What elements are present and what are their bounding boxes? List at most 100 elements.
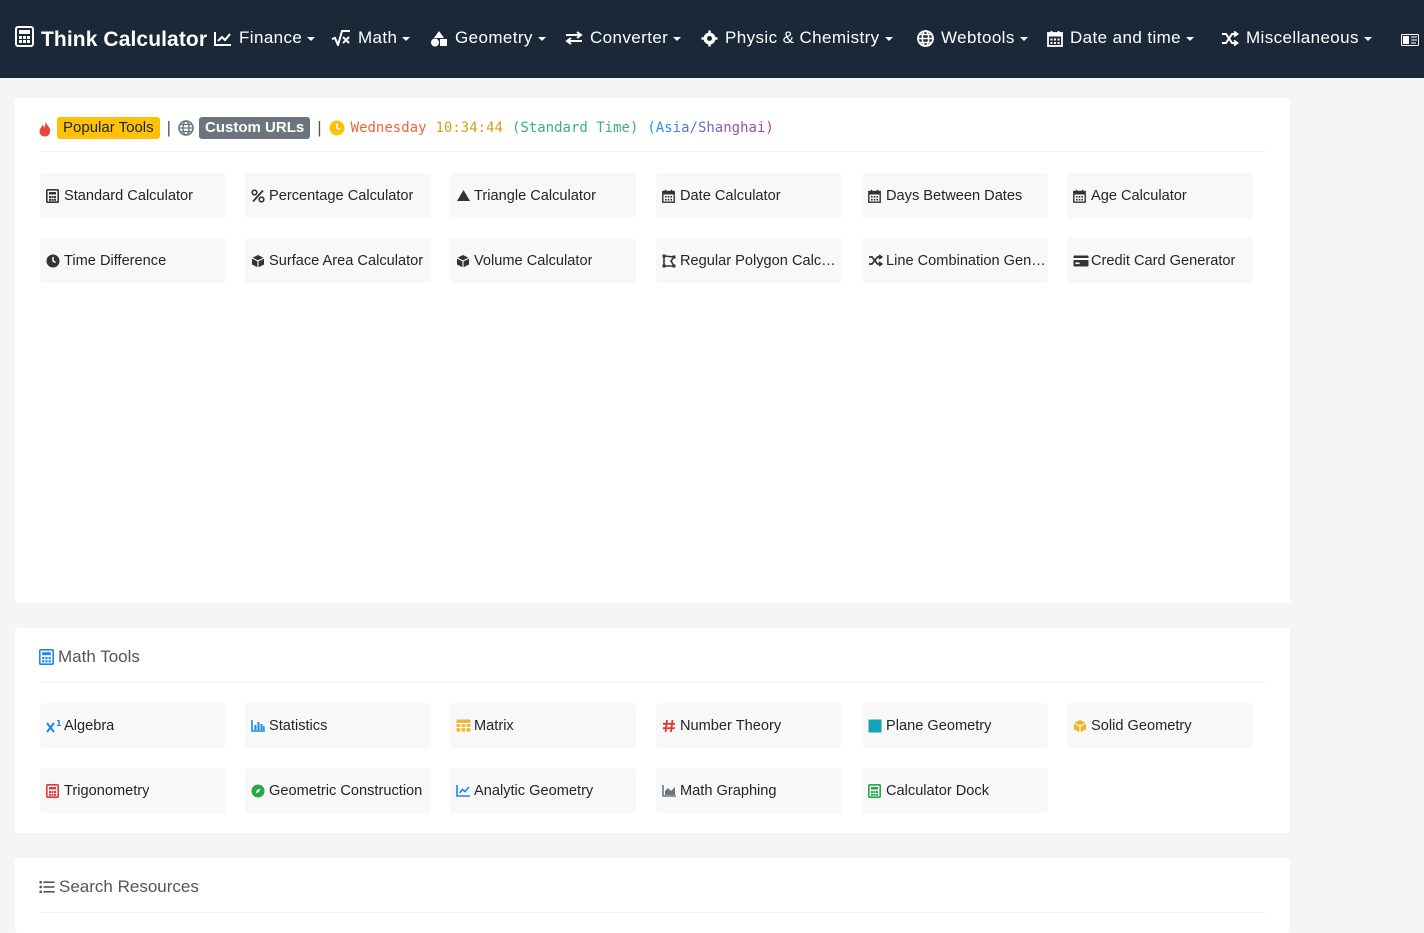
nav-physic-chemistry[interactable]: Physic & Chemistry [701, 28, 893, 48]
math-tools-heading: Math Tools [39, 647, 140, 667]
line-chart-icon [214, 31, 232, 46]
calendar-icon [868, 189, 885, 203]
fire-icon [38, 120, 52, 137]
tile-label: Plane Geometry [886, 717, 992, 734]
area-chart-icon [662, 784, 679, 797]
panel-divider [40, 912, 1265, 913]
nav-date-time[interactable]: Date and time [1047, 28, 1195, 48]
tile-label: Surface Area Calculator [269, 252, 424, 269]
calculator-icon [46, 188, 63, 203]
tile-label: Calculator Dock [886, 782, 990, 799]
tool-number-theory[interactable]: Number Theory [656, 703, 842, 748]
cube-icon [251, 254, 268, 268]
nav-date-time-label: Date and time [1070, 28, 1182, 47]
caret-down-icon [537, 37, 546, 41]
tile-label: Analytic Geometry [474, 782, 594, 799]
tool-credit-card-generator[interactable]: Credit Card Generator [1067, 238, 1253, 283]
nav-miscellaneous[interactable]: Miscellaneous [1221, 28, 1372, 48]
search-resources-title: Search Resources [59, 877, 199, 896]
clock-timezone: (Asia/Shanghai) [647, 120, 774, 136]
caret-down-icon [1363, 37, 1372, 41]
tool-solid-geometry[interactable]: Solid Geometry [1067, 703, 1253, 748]
draw-polygon-icon [662, 254, 679, 268]
divider-bar: | [317, 118, 322, 137]
custom-urls-tab[interactable]: Custom URLs [199, 117, 311, 139]
nav-finance[interactable]: Finance [214, 28, 316, 48]
tool-days-between-dates[interactable]: Days Between Dates [862, 173, 1048, 218]
line-chart-icon [456, 784, 473, 797]
tile-label: Number Theory [680, 717, 782, 734]
nav-webtools[interactable]: Webtools [917, 28, 1028, 48]
tool-time-difference[interactable]: Time Difference [40, 238, 226, 283]
shuffle-icon [1221, 30, 1239, 46]
tool-percentage-calculator[interactable]: Percentage Calculator [245, 173, 431, 218]
caret-down-icon [307, 37, 316, 41]
tile-label: Date Calculator [680, 187, 781, 204]
caret-down-icon [1186, 37, 1195, 41]
search-resources-panel [15, 858, 1290, 933]
tile-label: Algebra [64, 717, 115, 734]
tool-calculator-dock[interactable]: Calculator Dock [862, 768, 1048, 813]
tool-line-combination-generator[interactable]: Line Combination Generator [862, 238, 1048, 283]
nav-converter[interactable]: Converter [565, 28, 682, 48]
calculator-icon [868, 783, 885, 798]
caret-down-icon [884, 37, 893, 41]
triangle-icon [456, 189, 473, 202]
tile-label: Triangle Calculator [474, 187, 596, 204]
tool-statistics[interactable]: Statistics [245, 703, 431, 748]
nav-webtools-label: Webtools [941, 28, 1015, 47]
panel-divider [40, 151, 1265, 152]
tool-algebra[interactable]: 1 Algebra [40, 703, 226, 748]
tool-surface-area-calculator[interactable]: Surface Area Calculator [245, 238, 431, 283]
tool-age-calculator[interactable]: Age Calculator [1067, 173, 1253, 218]
tool-date-calculator[interactable]: Date Calculator [656, 173, 842, 218]
math-tools-title: Math Tools [58, 647, 140, 666]
nav-geometry-label: Geometry [455, 28, 533, 47]
tool-volume-calculator[interactable]: Volume Calculator [450, 238, 636, 283]
nav-physic-chemistry-label: Physic & Chemistry [725, 28, 880, 47]
tile-label: Time Difference [64, 252, 167, 269]
search-resources-heading: Search Resources [39, 877, 199, 897]
brand-link[interactable]: Think Calculator [15, 26, 207, 53]
superscript-icon: 1 [46, 719, 63, 733]
nav-math[interactable]: Math [331, 28, 411, 48]
language-icon[interactable] [1401, 33, 1419, 51]
tool-trigonometry[interactable]: Trigonometry [40, 768, 226, 813]
nav-converter-label: Converter [590, 28, 669, 47]
tool-standard-calculator[interactable]: Standard Calculator [40, 173, 226, 218]
nav-math-label: Math [358, 28, 398, 47]
tool-matrix[interactable]: Matrix [450, 703, 636, 748]
tool-plane-geometry[interactable]: Plane Geometry [862, 703, 1048, 748]
square-root-icon [331, 30, 351, 46]
caret-down-icon [1019, 37, 1028, 41]
tool-regular-polygon-calculator[interactable]: Regular Polygon Calculator [656, 238, 842, 283]
atom-gear-icon [701, 30, 718, 47]
divider-bar: | [166, 118, 172, 137]
exchange-icon [565, 31, 583, 45]
panel-divider [40, 682, 1265, 683]
tool-geometric-construction[interactable]: Geometric Construction [245, 768, 431, 813]
tile-label: Solid Geometry [1091, 717, 1192, 734]
compass-icon [251, 784, 268, 798]
globe-icon [917, 29, 934, 47]
tile-label: Line Combination Generator [886, 252, 1048, 269]
calendar-icon [1073, 189, 1090, 203]
brand-text: Think Calculator [41, 27, 208, 51]
calculator-icon [46, 783, 63, 798]
caret-down-icon [402, 37, 411, 41]
tile-label: Standard Calculator [64, 187, 193, 204]
calendar-icon [662, 189, 679, 203]
shuffle-icon [868, 254, 885, 267]
tool-math-graphing[interactable]: Math Graphing [656, 768, 842, 813]
tool-analytic-geometry[interactable]: Analytic Geometry [450, 768, 636, 813]
svg-text:1: 1 [56, 719, 62, 728]
table-icon [456, 719, 473, 732]
popular-tools-tab[interactable]: Popular Tools [57, 117, 160, 139]
tool-triangle-calculator[interactable]: Triangle Calculator [450, 173, 636, 218]
nav-geometry[interactable]: Geometry [430, 28, 546, 48]
popular-toolbar: Popular Tools | Custom URLs | Wednesday 1… [38, 115, 774, 141]
globe-icon [178, 120, 194, 136]
tile-label: Statistics [269, 717, 328, 734]
current-time-display: Wednesday 10:34:44 (Standard Time) (Asia/Sh… [351, 120, 774, 136]
clock-day: Wednesday [350, 120, 427, 136]
